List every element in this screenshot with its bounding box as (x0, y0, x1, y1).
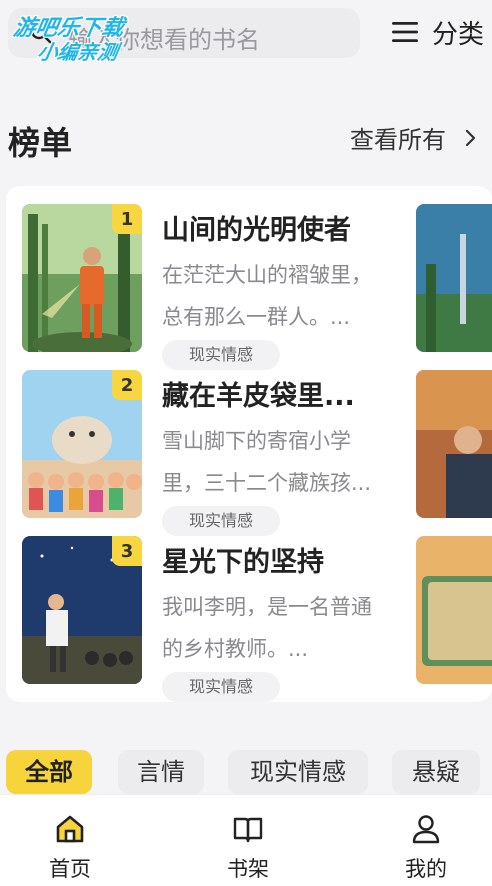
nav-mine[interactable]: 我的 (344, 795, 492, 886)
nav-bookshelf[interactable]: 书架 (166, 795, 330, 886)
see-all-label: 查看所有 (350, 126, 446, 154)
tab-mystery[interactable]: 悬疑 (392, 750, 480, 794)
category-label: 分类 (431, 19, 484, 50)
genre-tag: 现实情感 (162, 340, 280, 370)
book-description: 雪山脚下的寄宿小学里，三十二个藏族孩... (162, 429, 372, 495)
book-title: 星光下的坚持 (162, 547, 324, 578)
see-all-link[interactable]: 查看所有 (350, 120, 478, 155)
home-icon (56, 815, 84, 843)
ranking-card: 1 山间的光明使者 在茫茫大山的褶皱里，总有那么一群人。... 现实情感 2 藏 (6, 186, 492, 702)
category-tabs: 全部 言情 现实情感 悬疑 (0, 748, 492, 794)
ranking-item-1[interactable]: 1 山间的光明使者 在茫茫大山的褶皱里，总有那么一群人。... 现实情感 (22, 204, 422, 370)
cover-art-book (416, 536, 492, 684)
cover-art-tower (416, 204, 492, 352)
tab-romance[interactable]: 言情 (118, 750, 204, 794)
genre-tag: 现实情感 (162, 506, 280, 536)
search-placeholder: 输入你想看的书名 (68, 26, 260, 54)
rank-badge: 3 (112, 536, 142, 566)
ranking-title: 榜单 (8, 124, 73, 162)
book-title: 藏在羊皮袋里... (162, 381, 355, 412)
user-icon (412, 815, 440, 844)
nav-home[interactable]: 首页 (0, 795, 152, 886)
nav-mine-label: 我的 (405, 857, 447, 881)
category-button[interactable]: 分类 (390, 12, 484, 52)
ranking-item-2[interactable]: 2 藏在羊皮袋里... 雪山脚下的寄宿小学里，三十二个藏族孩... 现实情感 (22, 370, 422, 536)
book-description: 我叫李明，是一名普通的乡村教师。... (162, 595, 372, 661)
genre-tag: 现实情感 (162, 672, 280, 702)
side-book-cover-3[interactable] (416, 536, 492, 684)
book-cover: 3 (22, 536, 142, 684)
nav-home-label: 首页 (49, 857, 91, 881)
book-cover: 2 (22, 370, 142, 518)
book-cover: 1 (22, 204, 142, 352)
tab-all[interactable]: 全部 (6, 750, 92, 794)
rank-badge: 2 (112, 370, 142, 400)
rank-badge: 1 (112, 204, 142, 234)
top-bar: 输入你想看的书名 游吧乐下载 小编亲测 分类 (0, 0, 492, 72)
cover-art-miner (416, 370, 492, 518)
side-book-cover-1[interactable] (416, 204, 492, 352)
ranking-item-3[interactable]: 3 星光下的坚持 我叫李明，是一名普通的乡村教师。... 现实情感 (22, 536, 422, 702)
chevron-right-icon (465, 129, 476, 146)
search-input[interactable]: 输入你想看的书名 (8, 8, 360, 58)
menu-icon (391, 22, 418, 42)
side-book-cover-2[interactable] (416, 370, 492, 518)
book-icon (233, 817, 263, 843)
book-description: 在茫茫大山的褶皱里，总有那么一群人。... (162, 263, 372, 329)
tab-realistic-emotion[interactable]: 现实情感 (228, 750, 368, 794)
nav-bookshelf-label: 书架 (227, 857, 269, 881)
book-title: 山间的光明使者 (162, 215, 351, 246)
bottom-nav: 首页 书架 我的 (0, 794, 492, 886)
search-icon (30, 22, 52, 44)
